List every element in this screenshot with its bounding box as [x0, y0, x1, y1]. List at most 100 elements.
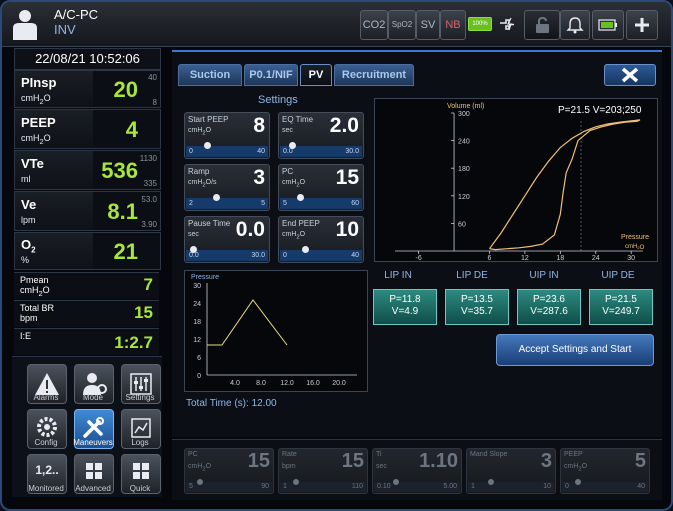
setting-value: 15	[341, 450, 364, 472]
setting-eq-time[interactable]: EQ Time sec 2.0 0.0 30.0	[278, 112, 364, 159]
tab-p01-nif[interactable]: P0.1/NIF	[244, 64, 298, 86]
nb-button[interactable]: NB	[440, 10, 466, 40]
setting-slider[interactable]: 0.0 30.0	[186, 246, 268, 261]
setting-value: 5	[634, 450, 646, 472]
co2-button[interactable]: CO2	[360, 10, 388, 40]
setting-slider[interactable]: 1 10	[468, 479, 554, 492]
setting-pc[interactable]: PC cmH2O 15 5 60	[278, 164, 364, 211]
settings-label: Settings	[125, 393, 155, 402]
param-name: Ve	[21, 197, 37, 212]
pv-x-tick: -6	[416, 255, 422, 261]
total-time: Total Time (s): 12.00	[186, 398, 277, 409]
slider-max: 110	[351, 483, 363, 490]
battery-level: 100%	[472, 21, 488, 27]
slider-knob[interactable]	[197, 479, 204, 485]
pv-x-label: Pressure	[621, 234, 649, 241]
slider-max: 5	[261, 200, 265, 207]
lip-de-value[interactable]: P=13.5 V=35.7	[445, 289, 509, 325]
setting-name: PEEP	[564, 451, 583, 458]
slider-knob[interactable]	[301, 246, 309, 253]
slider-max: 40	[351, 252, 359, 259]
param-ie[interactable]: I:E 1:2.7	[14, 328, 159, 355]
slider-max: 5.00	[443, 483, 457, 490]
setting-slider[interactable]: 0.10 5.00	[374, 479, 460, 492]
tab-suction[interactable]: Suction	[178, 64, 242, 86]
slider-knob[interactable]	[213, 194, 221, 201]
slider-min: 1	[283, 483, 287, 490]
param-name: PInsp	[21, 75, 57, 90]
setting-unit: sec	[188, 231, 199, 238]
setting-end-peep[interactable]: End PEEP cmH2O 10 0 40	[278, 216, 364, 263]
slider-min: 0	[283, 252, 287, 259]
mode-display[interactable]: A/C-PC INV	[54, 7, 98, 37]
lip-in-value[interactable]: P=11.8 V=4.9	[373, 289, 437, 325]
sv-button[interactable]: SV	[416, 10, 440, 40]
param-value: 4	[125, 117, 138, 142]
pressure-x-tick: 12.0	[280, 380, 294, 387]
param-name: Pmean cmH2O	[20, 275, 50, 298]
slider-knob[interactable]	[488, 479, 495, 485]
slider-knob[interactable]	[574, 479, 581, 485]
param-peep[interactable]: PEEP cmH2O 4	[14, 109, 161, 149]
close-button[interactable]	[604, 64, 656, 86]
setting-slider[interactable]: 0.0 30.0	[280, 142, 362, 157]
bottom-setting-rate[interactable]: Rate bpm 15 1 110	[278, 448, 368, 494]
pv-y-tick: 120	[458, 194, 470, 201]
setting-ramp[interactable]: Ramp cmH2O/s 3 2 5	[184, 164, 270, 211]
param-name-text: Pmean	[20, 275, 49, 285]
accept-settings-button[interactable]: Accept Settings and Start	[496, 334, 654, 366]
spo2-button[interactable]: SpO2	[388, 10, 416, 40]
pv-loop-svg: Volume (ml) P=21.5 V=203;250 Pressure cm…	[395, 103, 649, 262]
slider-knob[interactable]	[204, 142, 211, 149]
setting-unit: cmH2O	[564, 463, 588, 473]
uip-in-value[interactable]: P=23.6 V=287.6	[517, 289, 581, 325]
setting-slider[interactable]: 0 40	[562, 479, 648, 492]
setting-slider[interactable]: 0 40	[280, 246, 362, 261]
slider-knob[interactable]	[296, 194, 304, 201]
slider-knob[interactable]	[292, 479, 299, 485]
param-ve[interactable]: Ve lpm 8.1 53.0 3.90	[14, 191, 161, 231]
setting-slider[interactable]: 5 90	[186, 479, 272, 492]
param-pinsp[interactable]: PInsp cmH2O 20 40 8	[14, 70, 161, 108]
datetime-display: 22/08/21 10:52:06	[14, 48, 161, 70]
setting-slider[interactable]: 1 110	[280, 479, 366, 492]
bottom-setting-peep[interactable]: PEEP cmH2O 5 0 40	[560, 448, 650, 494]
param-total-br[interactable]: Total BR bpm 15	[14, 300, 159, 327]
slider-knob[interactable]	[190, 246, 197, 253]
alarm-silence-button[interactable]	[560, 10, 590, 40]
tab-pv[interactable]: PV	[300, 64, 332, 86]
param-vte[interactable]: VTe ml 536 1130 335	[14, 150, 161, 190]
pv-series	[489, 119, 641, 251]
setting-name: End PEEP	[282, 219, 320, 228]
pv-loop-line	[489, 119, 641, 251]
param-value: 20	[113, 77, 138, 102]
slider-knob[interactable]	[392, 479, 399, 485]
uip-de-value[interactable]: P=21.5 V=249.7	[589, 289, 653, 325]
bottom-setting-ti[interactable]: Ti sec 1.10 0.10 5.00	[372, 448, 462, 494]
pv-x-tick: 12	[521, 255, 529, 261]
tab-recruitment[interactable]: Recruitment	[334, 64, 414, 86]
param-o2[interactable]: O2 % 21	[14, 232, 161, 270]
lock-button[interactable]	[524, 10, 560, 40]
patient-icon[interactable]	[8, 8, 42, 40]
setting-unit: cmH2O	[282, 231, 306, 241]
pv-readout: P=21.5 V=203;250	[558, 105, 642, 116]
param-pmean[interactable]: Pmean cmH2O 7	[14, 272, 159, 299]
slider-knob[interactable]	[288, 142, 296, 149]
setting-unit: cmH2O	[188, 127, 212, 137]
param-name-text: Total BR	[20, 303, 55, 313]
setting-slider[interactable]: 2 5	[186, 194, 268, 209]
setting-start-peep[interactable]: Start PEEP cmH2O 8 0 40	[184, 112, 270, 159]
uip-de-header: UIP DE	[601, 270, 635, 281]
bottom-setting-pc[interactable]: PC cmH2O 15 5 90	[184, 448, 274, 494]
setting-pause-time[interactable]: Pause Time sec 0.0 0.0 30.0	[184, 216, 270, 263]
add-button[interactable]	[626, 10, 658, 40]
setting-name: Rate	[282, 451, 297, 458]
setting-slider[interactable]: 5 60	[280, 194, 362, 209]
pressure-y-tick: 18	[193, 319, 201, 326]
setting-value: 2.0	[329, 114, 359, 137]
screen-button[interactable]	[592, 10, 624, 40]
pv-x-unit: cmH2O	[625, 244, 645, 251]
bottom-setting-mand-slope[interactable]: Mand Slope 3 1 10	[466, 448, 556, 494]
setting-slider[interactable]: 0 40	[186, 142, 268, 157]
